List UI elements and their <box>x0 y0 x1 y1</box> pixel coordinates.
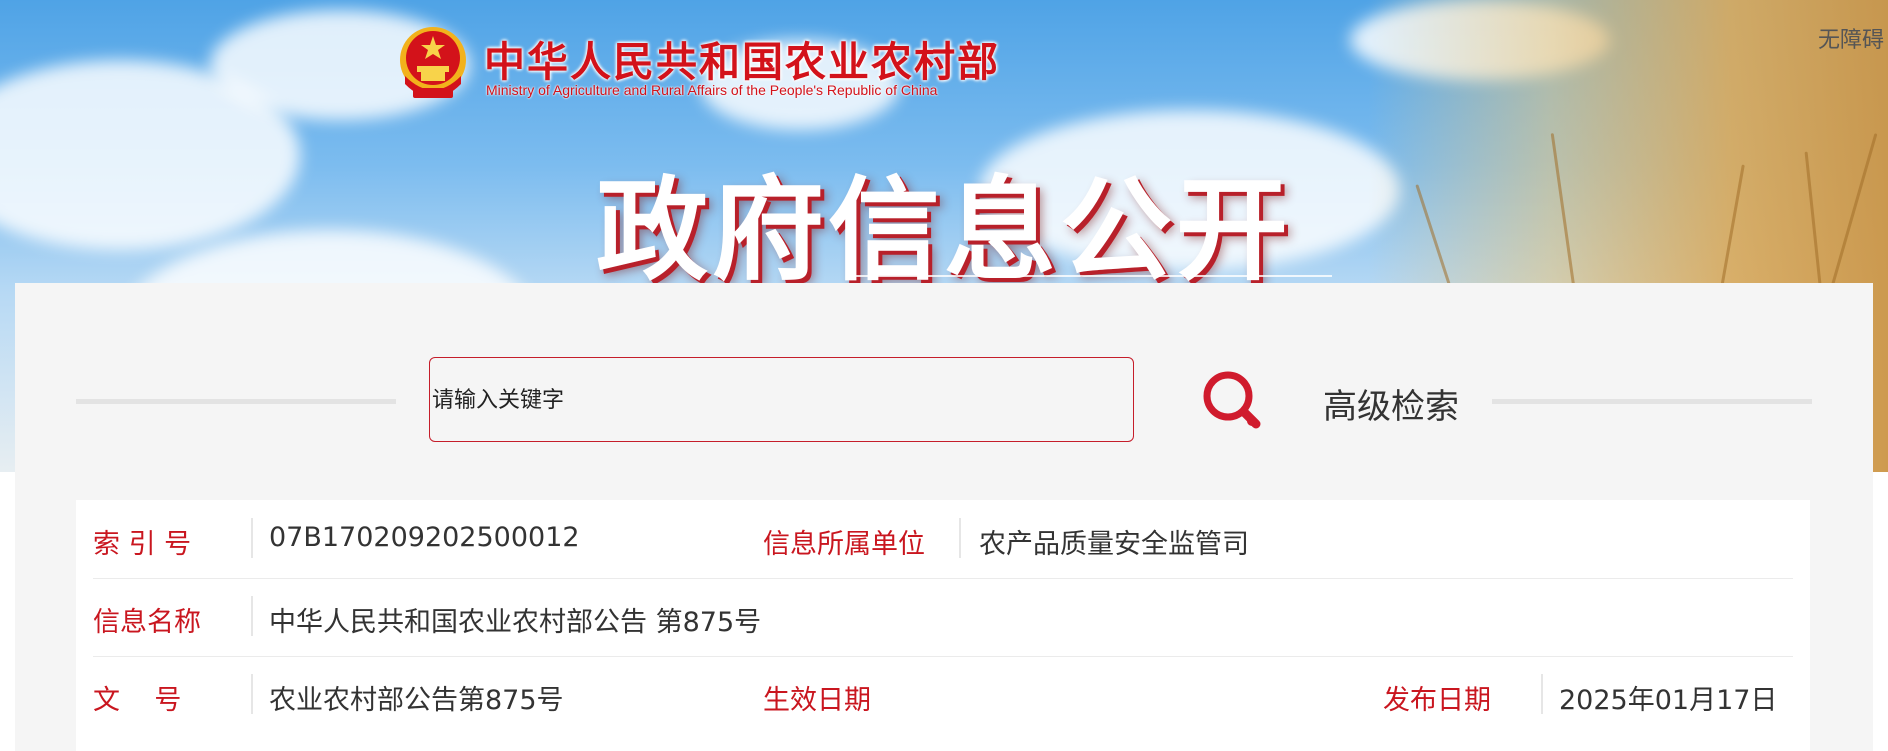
search-box <box>429 357 1261 443</box>
publish-date-value: 2025年01月17日 <box>1559 685 1778 716</box>
unit-value: 农产品质量安全监管司 <box>979 529 1249 560</box>
search-row: 高级检索 <box>15 357 1873 447</box>
hero-divider <box>850 275 1332 277</box>
info-row-name: 信息名称 中华人民共和国农业农村部公告 第875号 <box>93 578 1793 657</box>
unit-label: 信息所属单位 <box>763 529 925 560</box>
search-icon[interactable] <box>1202 370 1264 432</box>
info-row-index: 索 引 号 07B170209202500012 信息所属单位 农产品质量安全监… <box>93 500 1793 579</box>
advanced-search-link[interactable]: 高级检索 <box>1323 379 1459 428</box>
accessibility-link[interactable]: 无障碍 <box>1818 22 1884 54</box>
index-value: 07B170209202500012 <box>269 522 580 553</box>
separator <box>251 674 253 714</box>
separator <box>251 596 253 636</box>
info-table: 索 引 号 07B170209202500012 信息所属单位 农产品质量安全监… <box>76 500 1810 751</box>
hero-title: 政府信息公开 <box>596 166 1292 296</box>
effective-date-label: 生效日期 <box>763 685 871 716</box>
national-emblem-icon <box>400 27 466 98</box>
separator <box>251 518 253 558</box>
index-label: 索 引 号 <box>93 529 192 560</box>
publish-date-label: 发布日期 <box>1383 685 1491 716</box>
left-decorative-line <box>76 399 396 404</box>
content-panel: 高级检索 索 引 号 07B170209202500012 信息所属单位 农产品… <box>15 283 1873 751</box>
separator <box>1541 674 1543 714</box>
site-title: 中华人民共和国农业农村部 <box>484 38 1000 86</box>
doc-number-label: 文 号 <box>93 685 182 716</box>
search-input[interactable] <box>430 358 1034 443</box>
separator <box>959 518 961 558</box>
info-row-doc: 文 号 农业农村部公告第875号 生效日期 发布日期 2025年01月17日 <box>93 656 1793 734</box>
name-label: 信息名称 <box>93 607 201 638</box>
site-subtitle: Ministry of Agriculture and Rural Affair… <box>486 82 938 98</box>
right-decorative-line <box>1492 399 1812 404</box>
doc-number-value: 农业农村部公告第875号 <box>269 685 564 716</box>
name-value: 中华人民共和国农业农村部公告 第875号 <box>269 607 762 638</box>
